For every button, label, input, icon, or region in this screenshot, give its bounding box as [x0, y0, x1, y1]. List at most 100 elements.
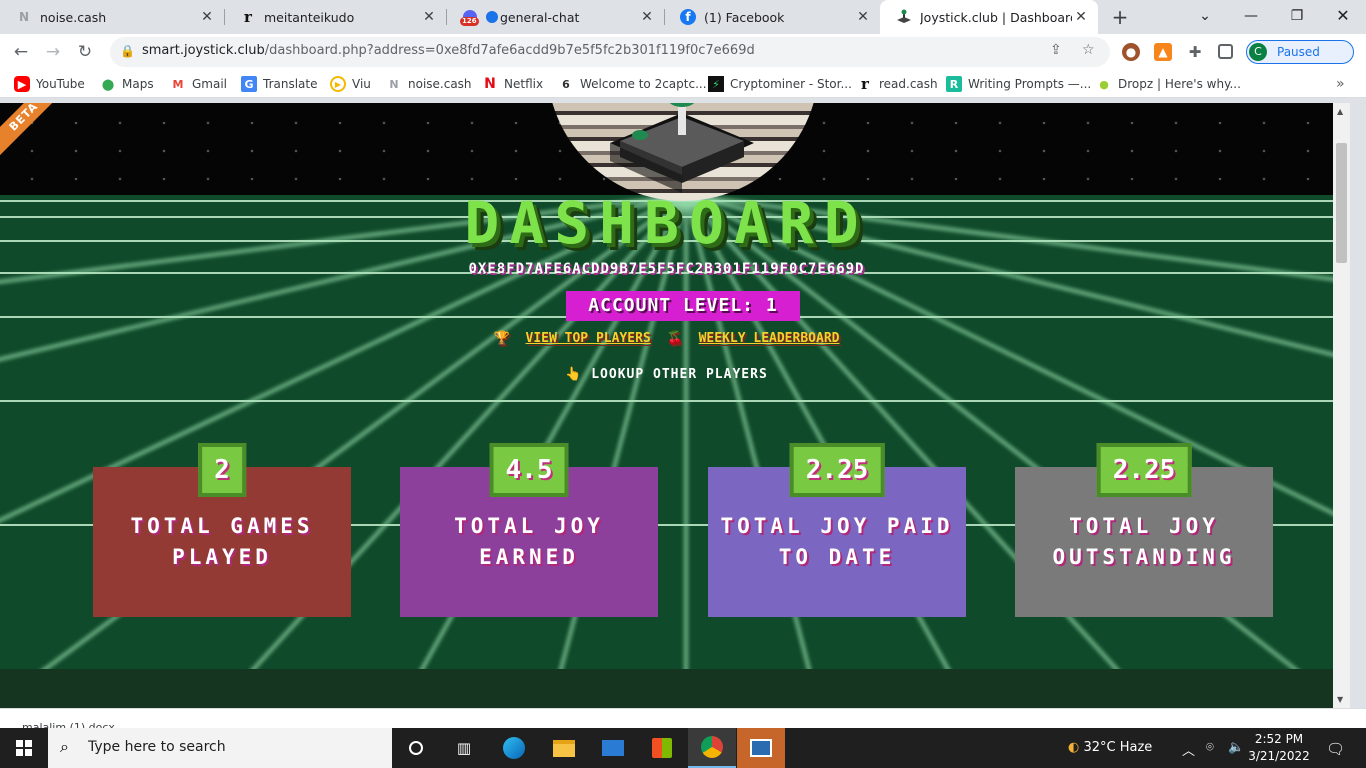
tab-close-icon[interactable]: ✕ [1072, 9, 1090, 25]
bookmark-translate[interactable]: G Translate [241, 76, 318, 92]
side-panel-icon[interactable] [1218, 44, 1233, 59]
tab-meitanteikudo[interactable]: r meitanteikudo ✕ [224, 0, 446, 34]
avatar: C [1249, 43, 1267, 61]
taskbar-clock[interactable]: 2:52 PM 3/21/2022 [1244, 731, 1314, 765]
bookmark-writing-prompts[interactable]: R Writing Prompts —... [946, 76, 1091, 92]
trophy-icon: 🏆 [493, 331, 510, 346]
mail-icon[interactable] [589, 728, 637, 768]
globe-icon [486, 11, 498, 23]
bookmark-label: Gmail [192, 77, 228, 91]
bookmark-star-icon[interactable]: ☆ [1082, 42, 1095, 58]
bookmark-youtube[interactable]: ▶ YouTube [14, 76, 85, 92]
profile-status: Paused [1277, 45, 1320, 59]
stat-label: TOTAL JOY PAID TO DATE [720, 514, 954, 569]
tab-facebook[interactable]: f (1) Facebook ✕ [664, 0, 880, 34]
store-icon[interactable] [638, 728, 686, 768]
metamask-extension-icon[interactable]: ▲ [1154, 43, 1172, 61]
page-viewport: BETA DASHBOARD 0XE8FD7AFE6ACDD9B7E5F5FC2… [0, 103, 1333, 708]
translate-icon: G [241, 76, 257, 92]
scroll-down-icon[interactable]: ▼ [1337, 695, 1343, 704]
reload-button[interactable]: ↻ [72, 40, 98, 64]
chrome-icon[interactable] [688, 728, 736, 768]
tab-joystick-dashboard[interactable]: Joystick.club | Dashboard ✕ [880, 0, 1098, 34]
tab-label: noise.cash [40, 9, 107, 25]
restore-button[interactable]: ❐ [1274, 0, 1320, 34]
minimize-button[interactable]: — [1228, 0, 1274, 34]
bookmark-netflix[interactable]: N Netflix [482, 76, 543, 92]
clock-date: 3/21/2022 [1248, 749, 1310, 763]
bookmark-label: YouTube [36, 77, 85, 91]
taskbar-search-box[interactable]: ⌕ Type here to search [48, 728, 392, 768]
bookmark-gmail[interactable]: M Gmail [170, 76, 228, 92]
bookmark-label: Welcome to 2captc... [580, 77, 707, 91]
scrollbar-thumb[interactable] [1336, 143, 1347, 263]
cherry-icon: 🍒 [666, 331, 683, 346]
tab-label: (1) Facebook [704, 9, 785, 25]
stat-card-joy-outstanding: 2.25 TOTAL JOY OUTSTANDING [1015, 443, 1273, 617]
stat-value: 2 [198, 443, 246, 497]
start-button[interactable] [0, 728, 48, 768]
tab-close-icon[interactable]: ✕ [638, 9, 656, 25]
facebook-icon: f [680, 9, 696, 25]
stat-card-joy-paid: 2.25 TOTAL JOY PAID TO DATE [708, 443, 966, 617]
wallet-address: 0XE8FD7AFE6ACDD9B7E5F5FC2B301F119F0C7E66… [468, 261, 865, 277]
address-bar[interactable]: 🔒 smart.joystick.club/dashboard.php?addr… [110, 37, 1110, 67]
viu-icon: ▶ [330, 76, 346, 92]
close-window-button[interactable]: ✕ [1320, 0, 1366, 34]
photos-app-icon[interactable] [737, 728, 785, 768]
bookmark-noise-cash[interactable]: Nnoise.cash [386, 76, 471, 92]
tab-close-icon[interactable]: ✕ [198, 9, 216, 25]
volume-icon[interactable]: 🔈 [1228, 740, 1244, 755]
tab-general-chat[interactable]: 126 general-chat ✕ [446, 0, 664, 34]
tray-chevron-icon[interactable]: ︿ [1182, 740, 1195, 759]
bookmark-cryptominer[interactable]: ⚡ Cryptominer - Stor... [708, 76, 852, 92]
profile-paused-button[interactable]: C Paused [1246, 40, 1354, 64]
share-icon[interactable]: ⇪ [1050, 42, 1062, 58]
view-top-players-link[interactable]: VIEW TOP PLAYERS [526, 331, 651, 346]
bookmark-viu[interactable]: ▶ Viu [330, 76, 371, 92]
cookie-extension-icon[interactable]: ● [1122, 43, 1140, 61]
leaderboard-links: 🏆 VIEW TOP PLAYERS 🍒 WEEKLY LEADERBOARD [0, 331, 1333, 346]
notification-badge: 126 [460, 17, 479, 26]
bookmark-dropz[interactable]: ● Dropz | Here's why... [1096, 76, 1241, 92]
cortana-icon[interactable] [392, 728, 440, 768]
extensions-puzzle-icon[interactable]: ✚ [1186, 43, 1204, 61]
notifications-icon[interactable]: 🗨 [1326, 740, 1345, 758]
bookmark-label: Maps [122, 77, 154, 91]
weather-widget[interactable]: ◐ 32°C Haze [1068, 740, 1152, 755]
task-view-icon[interactable]: ▥ [440, 728, 488, 768]
search-placeholder: Type here to search [88, 739, 226, 755]
scroll-up-icon[interactable]: ▲ [1337, 107, 1343, 116]
url-text: smart.joystick.club/dashboard.php?addres… [142, 43, 755, 58]
weather-text: 32°C Haze [1083, 740, 1153, 755]
bookmark-read-cash[interactable]: r read.cash [857, 75, 938, 93]
tab-noise-cash[interactable]: N noise.cash ✕ [0, 0, 224, 34]
lookup-other-players-link[interactable]: LOOKUP OTHER PLAYERS [591, 367, 768, 382]
tab-close-icon[interactable]: ✕ [854, 9, 872, 25]
search-icon: ⌕ [60, 737, 69, 756]
stat-label: TOTAL JOY EARNED [454, 514, 604, 569]
page-footer-band [0, 669, 1333, 708]
noise-cash-icon: N [389, 77, 399, 91]
lookup-players-row: 👆 LOOKUP OTHER PLAYERS [0, 367, 1333, 382]
file-explorer-icon[interactable] [540, 728, 588, 768]
new-tab-button[interactable]: + [1108, 5, 1132, 29]
2captcha-icon: 6 [562, 77, 570, 91]
tab-label: general-chat [500, 9, 580, 25]
weather-sun-icon: ◐ [1068, 740, 1080, 755]
bookmarks-overflow-icon[interactable]: » [1336, 76, 1345, 92]
back-button[interactable]: ← [8, 40, 34, 64]
bookmark-2captcha[interactable]: 6 Welcome to 2captc... [558, 76, 707, 92]
url-path: /dashboard.php?address=0xe8fd7afe6acdd9b… [264, 43, 755, 58]
weekly-leaderboard-link[interactable]: WEEKLY LEADERBOARD [699, 331, 840, 346]
tab-search-chevron-icon[interactable]: ⌄ [1182, 0, 1228, 34]
network-icon[interactable]: ⌾ [1206, 740, 1214, 755]
page-scrollbar[interactable]: ▲ ▼ [1333, 103, 1350, 708]
bookmark-maps[interactable]: ⬤ Maps [100, 76, 154, 92]
windows-taskbar: ⌕ Type here to search ▥ ◐ 32°C Haze ︿ ⌾ … [0, 728, 1366, 768]
pointing-hand-icon: 👆 [565, 367, 583, 382]
writing-prompts-icon: R [946, 76, 962, 92]
edge-icon[interactable] [490, 728, 538, 768]
forward-button[interactable]: → [40, 40, 66, 64]
tab-close-icon[interactable]: ✕ [420, 9, 438, 25]
